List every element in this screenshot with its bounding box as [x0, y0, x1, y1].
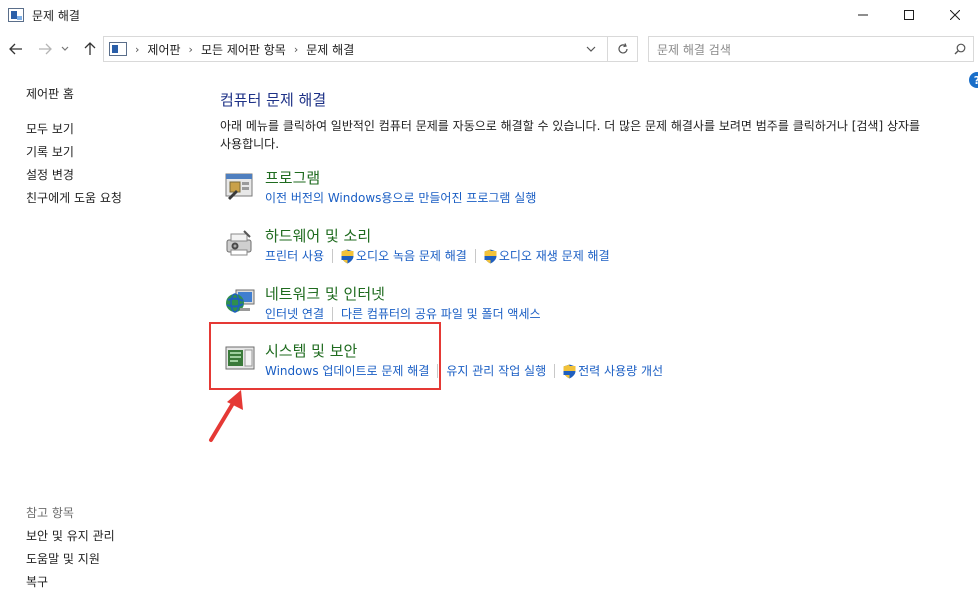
- sidebar-item-view-history[interactable]: 기록 보기: [26, 141, 186, 164]
- shield-icon: [484, 249, 497, 263]
- address-dropdown-button[interactable]: [581, 37, 601, 61]
- control-panel-icon: [109, 42, 127, 56]
- breadcrumb-all-items[interactable]: 모든 제어판 항목: [201, 41, 286, 58]
- sidebar-item-help-support[interactable]: 도움말 및 지원: [26, 548, 186, 571]
- page-title: 컴퓨터 문제 해결: [220, 91, 327, 109]
- shield-icon: [341, 249, 354, 263]
- search-button[interactable]: [947, 43, 973, 55]
- refresh-icon: [617, 43, 628, 54]
- category-links: 이전 버전의 Windows용으로 만들어진 프로그램 실행: [265, 190, 536, 206]
- up-button[interactable]: [79, 38, 101, 60]
- maximize-button[interactable]: [886, 0, 932, 30]
- chevron-right-icon: ›: [135, 42, 140, 56]
- link-use-printer[interactable]: 프린터 사용: [265, 248, 324, 264]
- link-divider: [554, 364, 556, 378]
- highlight-box: [209, 322, 441, 390]
- shield-icon: [563, 364, 576, 378]
- link-divider: [332, 307, 334, 321]
- minimize-button[interactable]: [840, 0, 886, 30]
- minimize-icon: [858, 14, 868, 16]
- see-also-section: 참고 항목 보안 및 유지 관리 도움말 및 지원 복구: [26, 502, 186, 594]
- arrow-up-icon: [84, 42, 96, 55]
- sidebar-item-security-maintenance[interactable]: 보안 및 유지 관리: [26, 525, 186, 548]
- chevron-right-icon: ›: [188, 42, 193, 56]
- sidebar-item-change-settings[interactable]: 설정 변경: [26, 164, 186, 187]
- category-links: 인터넷 연결 다른 컴퓨터의 공유 파일 및 폴더 액세스: [265, 306, 541, 322]
- link-shared-folders[interactable]: 다른 컴퓨터의 공유 파일 및 폴더 액세스: [341, 306, 541, 322]
- link-internet-connections[interactable]: 인터넷 연결: [265, 306, 324, 322]
- link-audio-playback[interactable]: 오디오 재생 문제 해결: [499, 248, 610, 264]
- breadcrumb-control-panel[interactable]: 제어판: [147, 41, 180, 58]
- hardware-sound-icon: [226, 230, 252, 256]
- sidebar-item-get-help[interactable]: 친구에게 도움 요청: [26, 187, 186, 210]
- link-maintenance-tasks[interactable]: 유지 관리 작업 실행: [446, 363, 546, 379]
- page-description: 아래 메뉴를 클릭하여 일반적인 컴퓨터 문제를 자동으로 해결할 수 있습니다…: [220, 117, 978, 153]
- link-power-usage[interactable]: 전력 사용량 개선: [578, 363, 663, 379]
- sidebar-item-view-all[interactable]: 모두 보기: [26, 118, 186, 141]
- arrow-right-icon: [39, 43, 52, 55]
- help-icon[interactable]: ?: [969, 72, 978, 88]
- breadcrumb-troubleshooting[interactable]: 문제 해결: [306, 41, 354, 58]
- category-title[interactable]: 프로그램: [265, 168, 320, 188]
- chevron-right-icon: ›: [293, 42, 299, 56]
- back-button[interactable]: [5, 38, 27, 60]
- sidebar: 제어판 홈 모두 보기 기록 보기 설정 변경 친구에게 도움 요청: [26, 83, 186, 210]
- search-input[interactable]: 문제 해결 검색: [657, 41, 947, 58]
- network-internet-icon: [226, 289, 255, 313]
- window-title: 문제 해결: [32, 8, 80, 23]
- chevron-down-icon: [61, 46, 69, 51]
- main-content: 컴퓨터 문제 해결 아래 메뉴를 클릭하여 일반적인 컴퓨터 문제를 자동으로 …: [220, 88, 978, 153]
- chevron-down-icon: [586, 46, 596, 52]
- programs-icon: [225, 173, 253, 200]
- category-links: 프린터 사용 오디오 녹음 문제 해결 오디오 재생 문제 해결: [265, 248, 610, 264]
- control-panel-icon: [8, 8, 24, 22]
- link-divider: [474, 249, 476, 263]
- link-audio-recording[interactable]: 오디오 녹음 문제 해결: [356, 248, 467, 264]
- close-icon: [950, 10, 960, 20]
- sidebar-item-home[interactable]: 제어판 홈: [26, 83, 186, 106]
- refresh-button[interactable]: [607, 37, 637, 61]
- red-arrow-annotation: [209, 390, 243, 442]
- recent-locations-button[interactable]: [58, 38, 72, 60]
- description-line-1: 아래 메뉴를 클릭하여 일반적인 컴퓨터 문제를 자동으로 해결할 수 있습니다…: [220, 119, 921, 133]
- link-run-old-programs[interactable]: 이전 버전의 Windows용으로 만들어진 프로그램 실행: [265, 190, 536, 206]
- sidebar-item-recovery[interactable]: 복구: [26, 571, 186, 594]
- window-controls: [840, 0, 978, 30]
- search-box[interactable]: 문제 해결 검색: [648, 36, 974, 62]
- link-divider: [332, 249, 334, 263]
- search-icon: [954, 43, 966, 55]
- category-title[interactable]: 하드웨어 및 소리: [265, 226, 371, 246]
- navigation-bar: › 제어판 › 모든 제어판 항목 › 문제 해결 문제 해결 검색: [0, 34, 978, 64]
- category-title[interactable]: 네트워크 및 인터넷: [265, 284, 385, 304]
- category-network-internet: 네트워크 및 인터넷 인터넷 연결 다른 컴퓨터의 공유 파일 및 폴더 액세스: [224, 284, 824, 324]
- description-line-2: 사용합니다.: [220, 137, 280, 151]
- category-programs: 프로그램 이전 버전의 Windows용으로 만들어진 프로그램 실행: [224, 168, 824, 208]
- address-bar[interactable]: › 제어판 › 모든 제어판 항목 › 문제 해결: [103, 36, 638, 62]
- arrow-left-icon: [9, 43, 22, 55]
- category-hardware-sound: 하드웨어 및 소리 프린터 사용 오디오 녹음 문제 해결 오디오 재생 문제 …: [224, 226, 824, 266]
- title-bar: 문제 해결: [0, 0, 978, 30]
- maximize-icon: [904, 10, 914, 20]
- close-button[interactable]: [932, 0, 978, 30]
- see-also-heading: 참고 항목: [26, 506, 74, 520]
- forward-button[interactable]: [34, 38, 56, 60]
